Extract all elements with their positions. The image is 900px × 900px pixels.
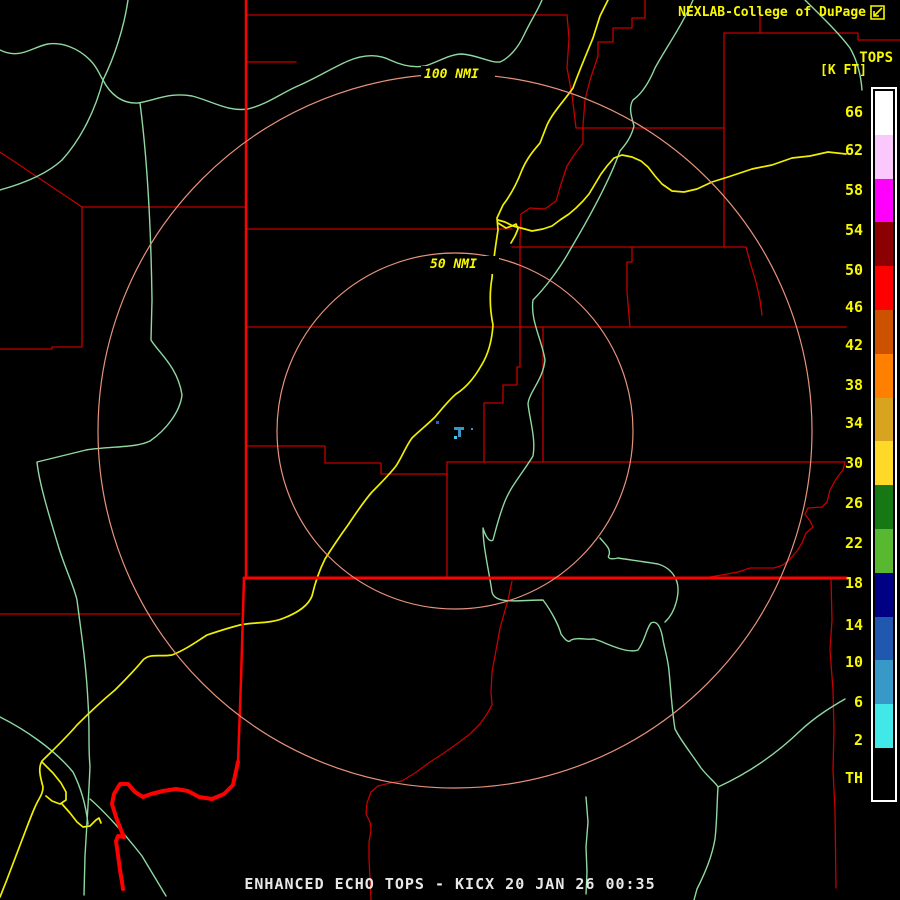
colorbar-label: 10 bbox=[823, 653, 863, 671]
colorbar-label: 50 bbox=[823, 261, 863, 279]
colorbar-segments bbox=[875, 91, 893, 796]
radar-echo-pixel bbox=[436, 421, 439, 424]
colorbar-segment bbox=[875, 704, 893, 748]
colorbar-label: 46 bbox=[823, 298, 863, 316]
colorbar-segment bbox=[875, 354, 893, 398]
river-line bbox=[0, 717, 88, 824]
colorbar-segment bbox=[875, 529, 893, 573]
colorbar-label: 58 bbox=[823, 181, 863, 199]
colorbar-label: 54 bbox=[823, 221, 863, 239]
colorbar-label: 62 bbox=[823, 141, 863, 159]
state-border-line bbox=[112, 762, 238, 889]
colorbar-segment bbox=[875, 573, 893, 617]
colorbar-segment bbox=[875, 135, 893, 179]
colorbar-segment bbox=[875, 748, 893, 796]
cod-logo-icon bbox=[869, 4, 886, 21]
county-border-line bbox=[0, 207, 82, 349]
colorbar-label: 38 bbox=[823, 376, 863, 394]
colorbar-label: 34 bbox=[823, 414, 863, 432]
colorbar-segment bbox=[875, 266, 893, 310]
county-border-line bbox=[0, 152, 246, 207]
range-ring-label-50nmi: 50 NMI bbox=[427, 257, 480, 272]
radar-echo-pixel bbox=[454, 436, 457, 439]
river-line bbox=[0, 80, 103, 190]
radar-map bbox=[0, 0, 900, 900]
colorbar-label: 22 bbox=[823, 534, 863, 552]
county-border-line bbox=[627, 247, 632, 327]
colorbar-label: 66 bbox=[823, 103, 863, 121]
highway-line bbox=[498, 152, 846, 231]
colorbar-label: 26 bbox=[823, 494, 863, 512]
highway-line bbox=[0, 0, 608, 897]
river-line bbox=[600, 538, 678, 622]
colorbar-segment bbox=[875, 617, 893, 661]
radar-echo-pixel bbox=[454, 427, 464, 430]
range-ring-100nmi bbox=[98, 74, 812, 788]
colorbar-label: TH bbox=[823, 769, 863, 787]
river-line bbox=[103, 0, 128, 80]
highway-line bbox=[62, 804, 101, 827]
river-line bbox=[37, 103, 182, 895]
county-border-line bbox=[247, 446, 447, 474]
radar-echo-pixel bbox=[471, 428, 473, 430]
radar-viewer: NEXLAB-College of DuPage TOPS [K FT] 666… bbox=[0, 0, 900, 900]
county-border-line bbox=[366, 581, 512, 900]
radar-echo-pixel bbox=[458, 430, 461, 437]
colorbar-label: 42 bbox=[823, 336, 863, 354]
county-border-line bbox=[520, 0, 645, 327]
colorbar-label: 2 bbox=[823, 731, 863, 749]
colorbar-label: 14 bbox=[823, 616, 863, 634]
brand-text: NEXLAB-College of DuPage bbox=[678, 5, 866, 20]
range-ring-label-100nmi: 100 NMI bbox=[421, 67, 482, 82]
state-border-line bbox=[238, 578, 244, 762]
river-line bbox=[0, 0, 542, 110]
colorbar-segment bbox=[875, 441, 893, 485]
county-border-line bbox=[710, 462, 845, 577]
colorbar-segment bbox=[875, 310, 893, 354]
product-caption: ENHANCED ECHO TOPS - KICX 20 JAN 26 00:3… bbox=[0, 875, 900, 893]
colorbar-label: 18 bbox=[823, 574, 863, 592]
colorbar-label: 30 bbox=[823, 454, 863, 472]
colorbar-segment bbox=[875, 179, 893, 223]
river-line bbox=[483, 0, 718, 900]
range-ring-50nmi bbox=[277, 253, 633, 609]
colorbar-segment bbox=[875, 485, 893, 529]
colorbar-segment bbox=[875, 398, 893, 442]
colorbar-units: [K FT] bbox=[820, 63, 867, 78]
colorbar-segment bbox=[875, 660, 893, 704]
colorbar-segment bbox=[875, 222, 893, 266]
highway-line bbox=[42, 762, 66, 804]
county-border-line bbox=[724, 33, 900, 40]
colorbar-label: 6 bbox=[823, 693, 863, 711]
colorbar-segment bbox=[875, 91, 893, 135]
